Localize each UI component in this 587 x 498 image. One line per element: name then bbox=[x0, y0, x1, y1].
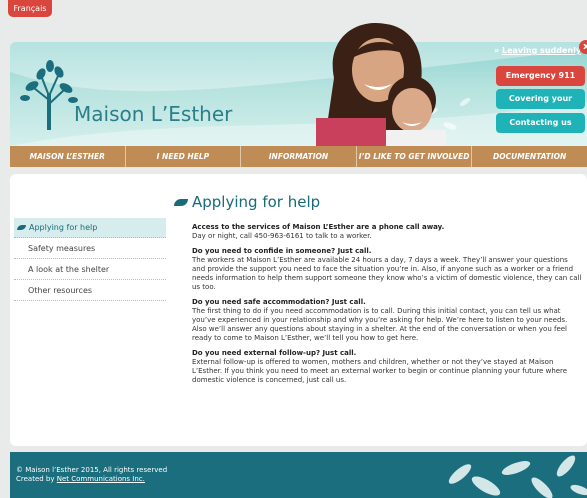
sidebar-item-safety-measures[interactable]: Safety measures bbox=[14, 239, 166, 259]
contact-us-button[interactable]: Contacting us bbox=[496, 113, 585, 133]
article-body: Access to the services of Maison L’Esthe… bbox=[192, 223, 582, 391]
main-content: Applying for help Applying for help Safe… bbox=[10, 174, 587, 446]
page-title: Applying for help bbox=[174, 193, 320, 211]
leaf-icon bbox=[17, 225, 26, 230]
nav-item-i-need-help[interactable]: I NEED HELP bbox=[126, 146, 242, 167]
sidebar-menu: Applying for help Safety measures A look… bbox=[14, 218, 166, 302]
mother-and-child-photo bbox=[316, 22, 446, 146]
credit-line: Created by Net Communications Inc. bbox=[16, 475, 145, 483]
emergency-911-button[interactable]: Emergency 911 bbox=[496, 66, 585, 86]
section-heading: Do you need safe accommodation? Just cal… bbox=[192, 298, 366, 306]
site-logo-text: Maison L’Esther bbox=[74, 102, 233, 126]
tree-logo-icon bbox=[20, 60, 78, 130]
section-text: The first thing to do if you need accomm… bbox=[192, 307, 568, 342]
net-communications-link[interactable]: Net Communications Inc. bbox=[57, 475, 145, 483]
language-toggle-button[interactable]: Français bbox=[8, 0, 52, 17]
sidebar-item-applying-for-help[interactable]: Applying for help bbox=[14, 218, 166, 238]
sidebar-item-other-resources[interactable]: Other resources bbox=[14, 281, 166, 301]
section-heading: Do you need external follow-up? Just cal… bbox=[192, 349, 357, 357]
sidebar-item-look-at-shelter[interactable]: A look at the shelter bbox=[14, 260, 166, 280]
footer-text: © Maison l’Esther 2015, All rights reser… bbox=[16, 466, 167, 484]
nav-item-information[interactable]: INFORMATION bbox=[241, 146, 357, 167]
nav-item-maison-lesther[interactable]: MAISON L’ESTHER bbox=[10, 146, 126, 167]
leave-suddenly-link[interactable]: » Leaving suddenly bbox=[494, 46, 581, 55]
footer-leaf-decoration bbox=[448, 455, 587, 498]
leave-suddenly-link-text: Leaving suddenly bbox=[501, 46, 582, 55]
section-text: Day or night, call 450-963-6161 to talk … bbox=[192, 232, 372, 240]
nav-item-get-involved[interactable]: I’D LIKE TO GET INVOLVED bbox=[357, 146, 473, 167]
leaf-icon bbox=[174, 199, 188, 206]
section-text: External follow-up is offered to women, … bbox=[192, 358, 568, 384]
section-heading: Do you need to confide in someone? Just … bbox=[192, 247, 372, 255]
site-footer: © Maison l’Esther 2015, All rights reser… bbox=[10, 452, 587, 498]
quick-exit-icon[interactable]: x bbox=[579, 40, 587, 54]
main-nav: MAISON L’ESTHER I NEED HELP INFORMATION … bbox=[10, 146, 587, 167]
nav-item-documentation[interactable]: DOCUMENTATION bbox=[472, 146, 587, 167]
copyright-text: © Maison l’Esther 2015, All rights reser… bbox=[16, 466, 168, 474]
section-heading: Access to the services of Maison L’Esthe… bbox=[192, 223, 445, 231]
section-text: The workers at Maison L’Esther are avail… bbox=[192, 256, 582, 291]
covering-tracks-button[interactable]: Covering your tracks bbox=[496, 89, 585, 123]
